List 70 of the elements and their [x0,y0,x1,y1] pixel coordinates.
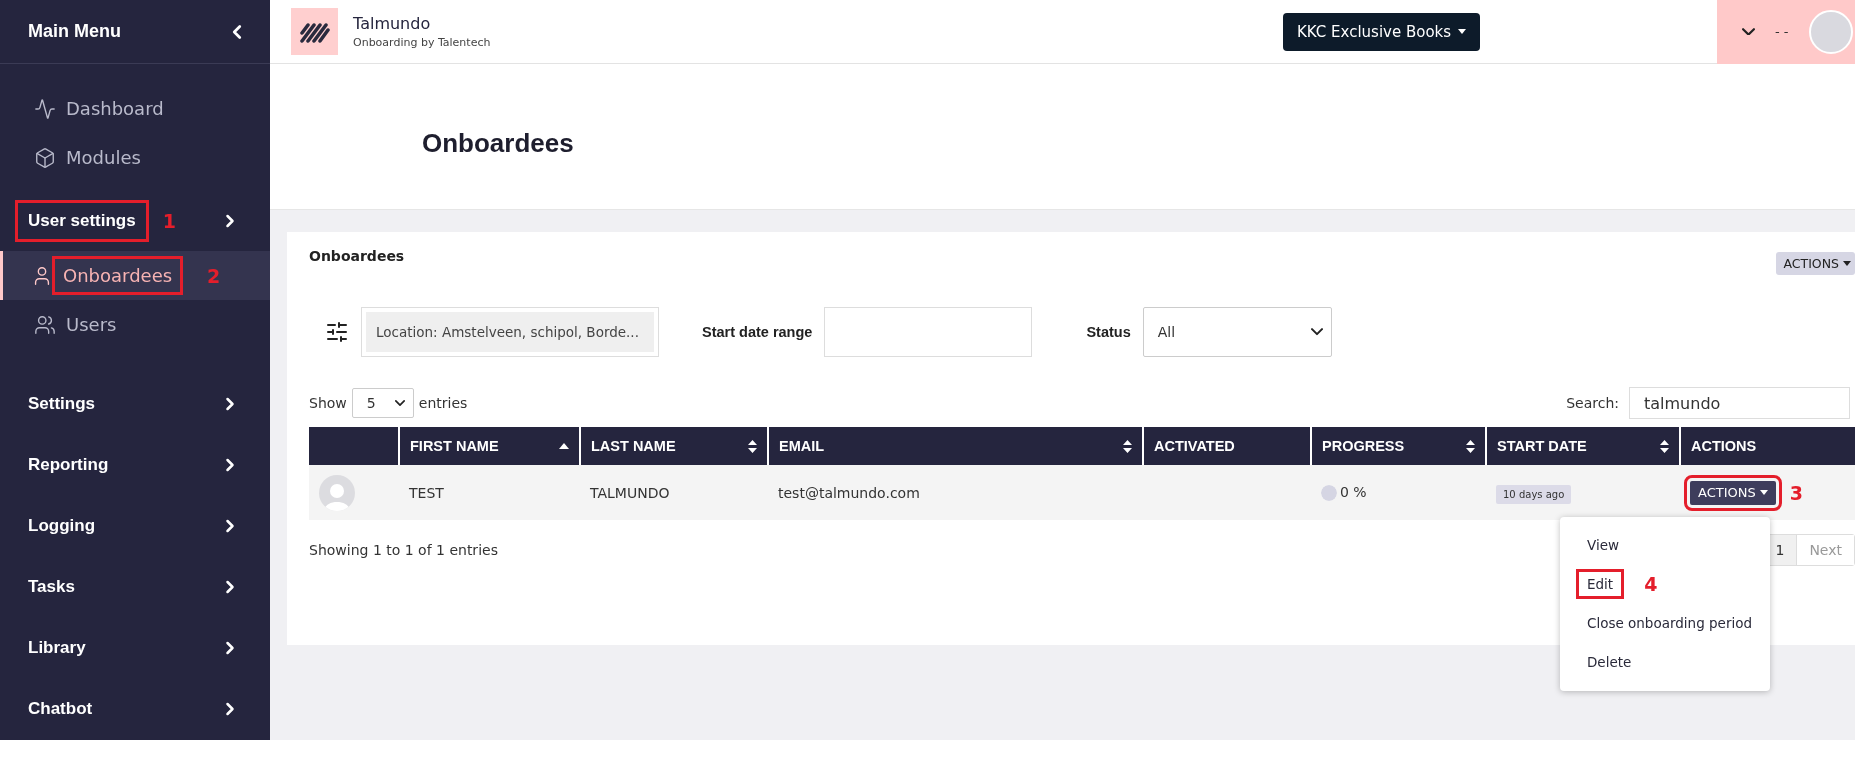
column-header[interactable]: EMAIL [768,427,1143,465]
table-cell: test@talmundo.com [768,465,1143,520]
column-header[interactable]: START DATE [1486,427,1680,465]
sidebar-section[interactable]: Settings [0,373,270,434]
filter-label: Status [1086,324,1131,340]
avatar [319,474,355,511]
logo [291,8,338,55]
column-header[interactable]: PROGRESS [1311,427,1486,465]
chevron-down-icon [1310,328,1323,336]
sort-icon [1660,439,1669,453]
location-filter[interactable]: Location: Amstelveen, schipol, Borde... [361,307,659,357]
length-label: Show [309,395,347,411]
card-title: Onboardees [309,248,405,264]
sidebar-section[interactable]: Reporting [0,434,270,495]
user-menu[interactable]: - - [1717,0,1855,64]
table-cell: TEST [399,465,580,520]
date-range-field[interactable] [824,307,1033,357]
callout-number: 2 [207,264,221,287]
sidebar-section[interactable]: User settings 1 [0,190,270,251]
sidebar-section[interactable]: Chatbot [0,678,270,739]
item-label: Onboardees [52,256,184,295]
sidebar-item[interactable]: Dashboard [3,84,270,133]
filter-label: Start date range [702,324,813,340]
sort-icon [1466,439,1475,453]
sidebar-section[interactable]: Library [0,617,270,678]
column-header: ACTIVATED [1143,427,1311,465]
column-header[interactable]: FIRST NAME [399,427,580,465]
search-label: Search: [1566,395,1619,411]
progress-circle-icon [1321,485,1337,501]
chevron-down-icon [1742,27,1755,36]
page-length-select[interactable]: 5 [351,388,414,418]
sort-ascending-icon [559,443,569,449]
section-label: User settings [15,199,149,242]
column-header[interactable]: LAST NAME [580,427,768,465]
sidebar-item[interactable]: Onboardees 2 [0,251,270,300]
sidebar-section[interactable]: Logging [0,495,270,556]
chevron-down-icon [394,400,405,406]
sidebar-item[interactable]: Users [3,300,270,349]
sort-icon [1123,439,1132,453]
column-header: ACTIONS [1680,427,1855,465]
sidebar-title: Main Menu [28,21,121,42]
sort-icon [748,439,757,453]
length-label: entries [418,395,468,411]
pulse-icon [34,97,56,120]
page-title: Onboardees [422,128,574,159]
table-cell: TALMUNDO [580,465,768,520]
item-label: Dashboard [66,98,164,119]
filter-icon[interactable] [325,320,349,344]
progress-reading: 0 % [1340,484,1367,500]
item-label: Users [66,314,117,335]
start-date-badge: 10 days ago [1496,484,1572,504]
sidebar-section[interactable]: Tasks [0,556,270,617]
brand-tagline: Onboarding by Talentech [353,36,492,49]
item-label: Modules [66,147,141,168]
user-name: - - [1775,24,1789,39]
cube-icon [34,146,56,169]
callout-number: 4 [1644,573,1658,595]
menu-item[interactable]: Close onboarding period [1559,603,1770,643]
menu-item[interactable]: Delete [1559,642,1770,682]
menu-item[interactable]: Edit 4 [1559,564,1770,604]
table-info: Showing 1 to 1 of 1 entries [309,542,498,558]
actions-button[interactable]: ACTIONS [1776,252,1855,275]
callout-number: 1 [162,209,176,232]
sidebar-item[interactable]: Modules [3,133,270,182]
status-select[interactable]: All [1142,307,1332,357]
search-field[interactable]: talmundo [1629,387,1850,419]
brand-name: Talmundo [353,14,432,33]
people-icon [34,313,56,336]
callout-number: 3 [1789,481,1803,504]
company-dropdown[interactable]: KKC Exclusive Books [1283,12,1481,51]
